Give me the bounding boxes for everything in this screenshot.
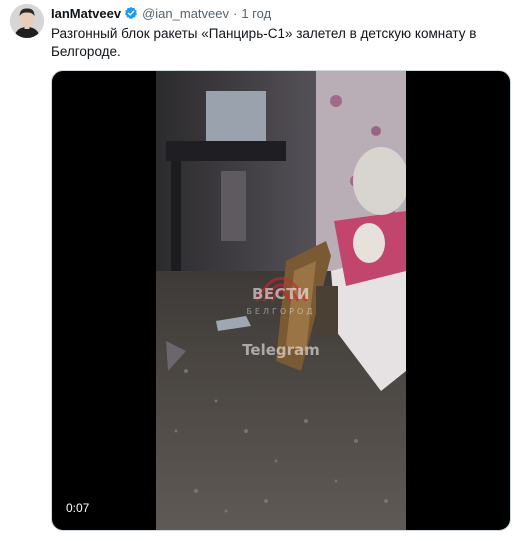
tweet-header: IanMatveev @ian_matveev · 1 год xyxy=(51,4,271,22)
watermark-city: БЕЛГОРОД xyxy=(246,307,316,316)
avatar[interactable] xyxy=(10,4,44,38)
video-frame[interactable]: ВЕСТИ БЕЛГОРОД Telegram xyxy=(156,71,406,530)
timestamp[interactable]: 1 год xyxy=(241,6,271,21)
watermark-logo: ВЕСТИ xyxy=(252,285,310,303)
separator-dot: · xyxy=(233,5,238,21)
verified-badge-icon xyxy=(124,6,138,20)
tweet-text: Разгонный блок ракеты «Панцирь-С1» залет… xyxy=(51,26,477,59)
watermark-platform: Telegram xyxy=(242,341,320,359)
display-name[interactable]: IanMatveev xyxy=(51,6,121,21)
video-duration: 0:07 xyxy=(66,501,90,515)
user-handle[interactable]: @ian_matveev xyxy=(142,6,229,21)
video-player[interactable]: ВЕСТИ БЕЛГОРОД Telegram 0:07 xyxy=(51,70,511,531)
tweet[interactable]: IanMatveev @ian_matveev · 1 год Разгонны… xyxy=(0,0,514,541)
